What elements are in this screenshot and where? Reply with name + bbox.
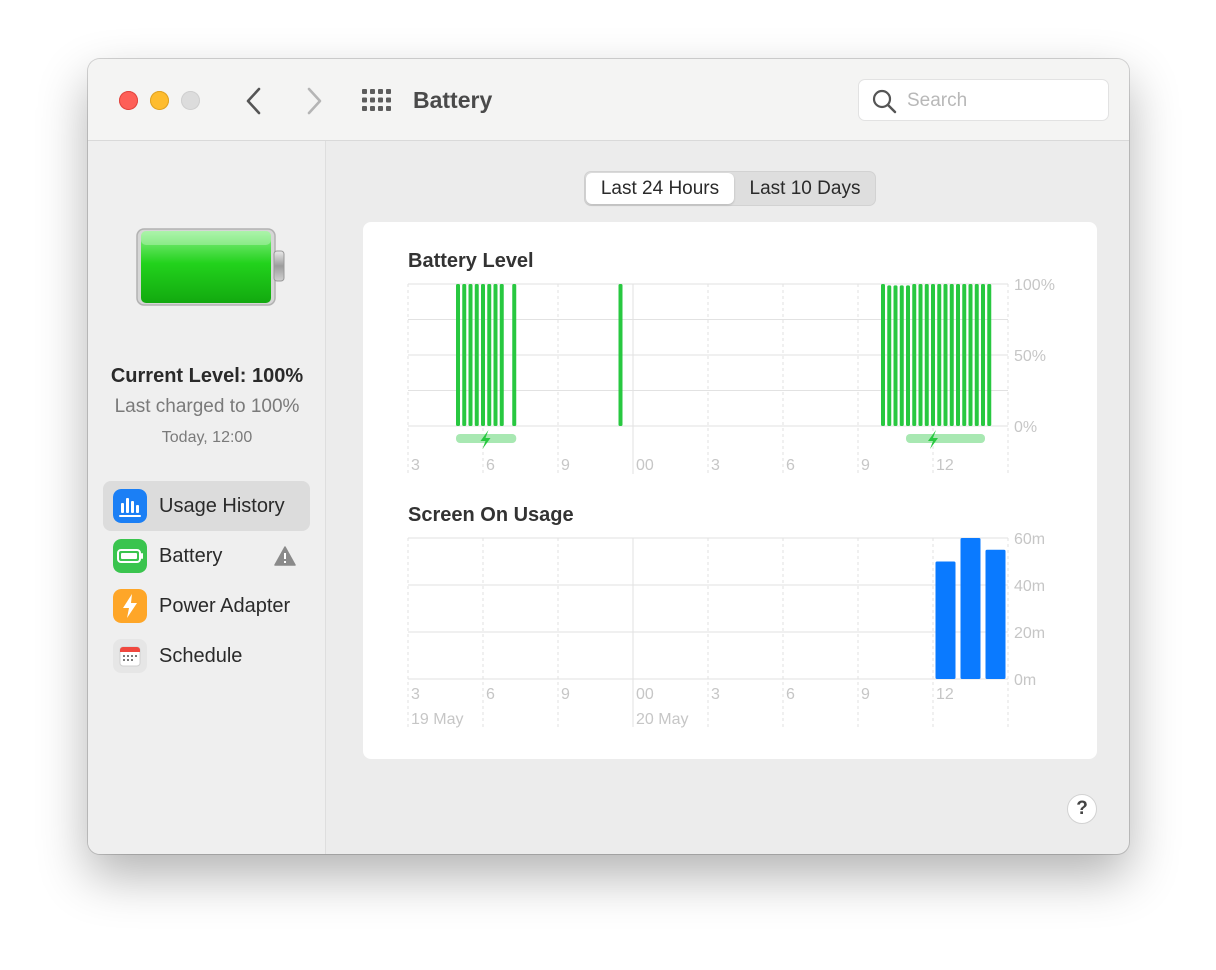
battery-bar	[474, 284, 479, 426]
date-label: 20 May	[636, 711, 688, 728]
battery-bar	[962, 284, 967, 426]
battery-bar	[893, 285, 898, 426]
x-tick-label: 9	[561, 686, 570, 703]
sidebar-item-usage-history[interactable]: Usage History	[103, 481, 310, 531]
battery-level-chart: 100% 50% 0% 3 6 9 00 3 6 9 12	[407, 277, 1055, 474]
battery-bar	[987, 284, 992, 426]
sidebar: Current Level: 100% Last charged to 100%…	[88, 141, 326, 854]
last-charged-time: Today, 12:00	[161, 429, 253, 446]
battery-bar	[931, 284, 935, 426]
y-tick-label: 100%	[1014, 277, 1055, 294]
minimize-button[interactable]	[150, 91, 169, 110]
x-tick-label: 12	[936, 686, 954, 703]
search-input[interactable]	[905, 86, 1104, 116]
battery-bar	[881, 284, 885, 426]
date-label: 19 May	[411, 711, 463, 728]
screen-usage-bar	[935, 561, 956, 679]
x-tick-label: 12	[936, 457, 954, 474]
x-tick-label: 3	[411, 686, 420, 703]
show-all-button[interactable]	[361, 88, 391, 112]
charging-bolt-icon	[480, 430, 491, 449]
battery-bar	[618, 284, 623, 426]
search-field[interactable]	[858, 79, 1109, 121]
battery-bar	[512, 284, 517, 426]
battery-bar	[924, 284, 929, 426]
battery-bar	[981, 284, 985, 426]
sidebar-item-power-adapter[interactable]: Power Adapter	[103, 581, 310, 631]
settings-window: Battery Search Current Level: 100% Last …	[88, 59, 1129, 854]
y-tick-label: 0%	[1014, 419, 1037, 436]
tab-last-10-days[interactable]: Last 10 Days	[735, 173, 875, 204]
power-adapter-icon	[113, 589, 147, 623]
help-button[interactable]: ?	[1067, 794, 1097, 824]
x-tick-label: 6	[486, 686, 495, 703]
x-tick-label: 00	[636, 686, 654, 703]
battery-bar	[956, 284, 960, 426]
main-pane: Last 24 Hours Last 10 Days Battery Level…	[326, 141, 1129, 854]
battery-bar	[499, 284, 504, 426]
battery-bar	[468, 284, 473, 426]
battery-bar	[918, 284, 923, 426]
battery-bar	[974, 284, 979, 426]
sidebar-item-label: Battery	[159, 545, 223, 567]
schedule-icon	[113, 639, 147, 673]
battery-bar	[937, 284, 942, 426]
y-tick-label: 50%	[1014, 348, 1046, 365]
sidebar-item-label: Usage History	[159, 495, 285, 517]
battery-bar	[462, 284, 467, 426]
screen-usage-bar	[960, 538, 981, 679]
battery-bar	[487, 284, 492, 426]
x-tick-label: 9	[561, 457, 570, 474]
charging-band	[906, 434, 985, 443]
usage-history-icon	[113, 489, 147, 523]
chevron-right-icon	[307, 87, 322, 115]
back-button[interactable]	[240, 85, 270, 117]
battery-bar	[493, 284, 498, 426]
warning-icon	[274, 546, 296, 566]
battery-bar	[481, 284, 485, 426]
battery-bar	[456, 284, 460, 426]
time-range-selector: Last 24 Hours Last 10 Days	[584, 171, 876, 206]
last-charged: Last charged to 100%	[114, 396, 300, 417]
x-tick-label: 6	[786, 457, 795, 474]
x-tick-label: 3	[711, 686, 720, 703]
window-title: Battery	[413, 87, 493, 113]
grid-icon	[362, 89, 391, 111]
sidebar-item-label: Power Adapter	[159, 595, 291, 617]
sidebar-item-battery[interactable]: Battery	[103, 531, 310, 581]
battery-bar	[906, 285, 910, 426]
screen-usage-bar	[985, 549, 1006, 679]
x-tick-label: 9	[861, 686, 870, 703]
battery-bar	[943, 284, 948, 426]
battery-bar	[968, 284, 973, 426]
usage-chart-card: Battery Level Screen On Usage 100% 50% 0% 3…	[363, 222, 1097, 759]
sidebar-item-label: Schedule	[159, 645, 243, 667]
x-tick-label: 00	[636, 457, 654, 474]
sidebar-item-schedule[interactable]: Schedule	[103, 631, 310, 681]
y-tick-label: 40m	[1014, 578, 1045, 595]
tab-last-24-hours[interactable]: Last 24 Hours	[586, 173, 734, 204]
screen-on-usage-chart: 60m 40m 20m 0m 3 6 9 00 3 6 9 12 19 May 20 May	[407, 531, 1045, 728]
y-tick-label: 0m	[1014, 672, 1036, 689]
y-tick-label: 20m	[1014, 625, 1045, 642]
zoom-button[interactable]	[181, 91, 200, 110]
x-tick-label: 6	[486, 457, 495, 474]
current-level: Current Level: 100%	[110, 365, 304, 387]
battery-bar	[949, 284, 954, 426]
battery-bar	[912, 284, 917, 426]
chevron-left-icon	[246, 87, 261, 115]
x-tick-label: 9	[861, 457, 870, 474]
battery-icon	[113, 539, 147, 573]
x-tick-label: 6	[786, 686, 795, 703]
close-button[interactable]	[119, 91, 138, 110]
battery-level-icon	[136, 228, 285, 306]
battery-bar	[899, 285, 904, 426]
battery-bar	[887, 285, 892, 426]
x-tick-label: 3	[411, 457, 420, 474]
search-icon	[872, 89, 897, 114]
forward-button[interactable]	[298, 85, 328, 117]
x-tick-label: 3	[711, 457, 720, 474]
y-tick-label: 60m	[1014, 531, 1045, 548]
title-bar: Battery	[88, 59, 1129, 141]
